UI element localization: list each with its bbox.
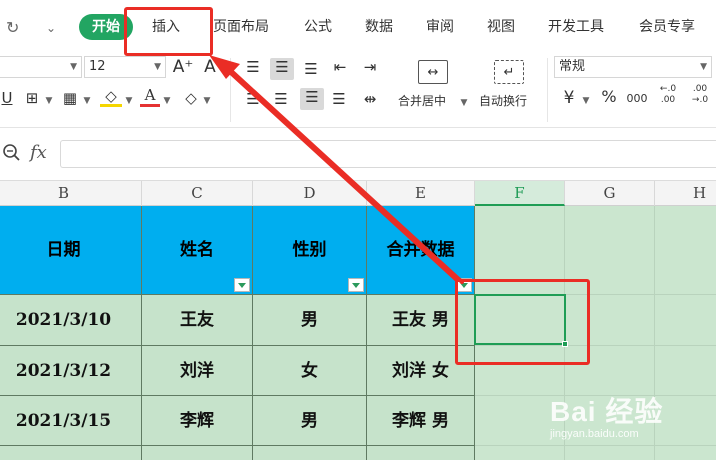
watermark-url: jingyan.baidu.com: [550, 428, 639, 440]
baidu-jingyan-watermark: Bai 经验 jingyan.baidu.com: [548, 390, 716, 460]
watermark-brand: Bai 经验: [550, 396, 664, 427]
